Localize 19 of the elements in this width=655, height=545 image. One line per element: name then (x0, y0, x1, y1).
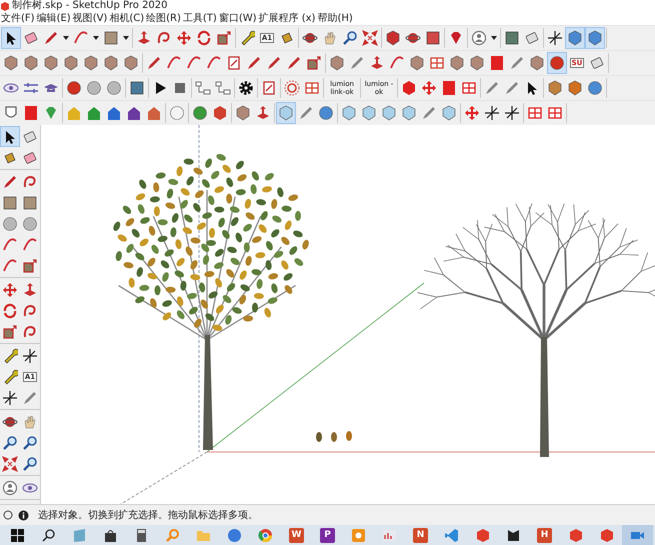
menu-item[interactable]: 视图(V) (72, 12, 108, 25)
menu-item[interactable]: 编辑(E) (36, 12, 72, 25)
menu-item[interactable]: 绘图(R) (145, 12, 182, 25)
taskbar-button[interactable]: N (405, 525, 436, 545)
app-icon: P (320, 528, 335, 542)
app-icon: N (413, 528, 428, 542)
app-icon: H (537, 528, 552, 542)
menu-item[interactable]: 相机(C) (108, 12, 146, 25)
taskbar-button[interactable]: W (281, 525, 312, 545)
menu-item[interactable]: 窗口(W) (218, 12, 258, 25)
window-title: 制作树.skp - SketchUp Pro 2020 (12, 0, 168, 12)
menu-item[interactable]: 帮助(H) (316, 12, 354, 25)
taskbar-button[interactable]: P (312, 525, 343, 545)
app-icon: W (289, 528, 304, 542)
status-text: 选择对象。切换到扩充选择。拖动鼠标选择多项。 (38, 508, 258, 522)
menu-item[interactable]: 工具(T) (182, 12, 218, 25)
menu-item[interactable]: 文件(F) (0, 12, 36, 25)
menu-item[interactable]: 扩展程序 (x) (258, 12, 316, 25)
taskbar-button[interactable]: H (529, 525, 560, 545)
